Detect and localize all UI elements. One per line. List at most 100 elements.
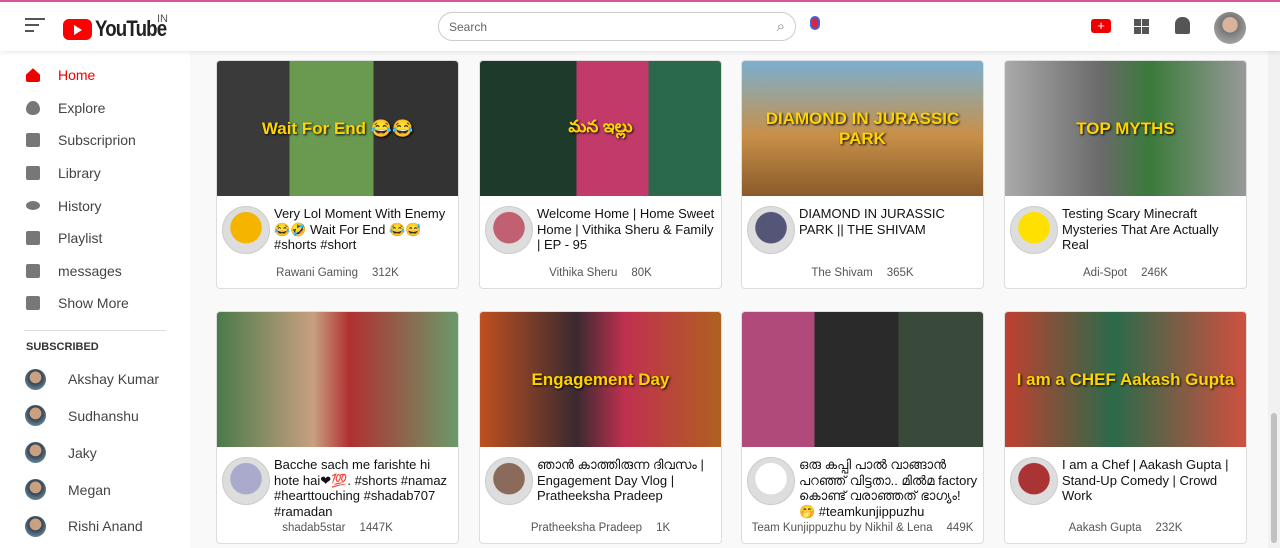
view-count: 365K (886, 267, 914, 279)
logo-text: YouTube (95, 16, 167, 41)
subscription-item[interactable]: Akshay Kumar (0, 361, 190, 398)
video-info: Testing Scary Minecraft Mysteries That A… (1005, 196, 1246, 288)
scrollbar-thumb[interactable] (1271, 413, 1277, 543)
view-count: 246K (1141, 267, 1168, 279)
channel-avatar (25, 368, 46, 390)
video-title[interactable]: DIAMOND IN JURASSIC PARK || THE SHIVAM (799, 206, 979, 237)
video-meta: Rawani Gaming 312K (217, 267, 458, 279)
mic-icon[interactable] (810, 16, 820, 30)
video-title[interactable]: I am a Chef | Aakash Gupta | Stand-Up Co… (1062, 457, 1242, 504)
video-thumbnail[interactable]: మన ఇల్లు (480, 61, 721, 196)
sidebar-item-label: Subscriprion (58, 132, 136, 149)
video-card[interactable]: TOP MYTHS Testing Scary Minecraft Myster… (1004, 60, 1247, 289)
search-input[interactable]: Search ⌕ (438, 12, 796, 41)
scrollbar[interactable] (1268, 51, 1280, 548)
channel-name[interactable]: Rawani Gaming (276, 267, 358, 279)
create-video-icon[interactable]: + (1091, 19, 1111, 33)
search-placeholder: Search (449, 19, 488, 34)
video-info: Bacche sach me farishte hi hote hai❤💯. #… (217, 447, 458, 543)
channel-avatar (25, 442, 46, 464)
sidebar-item-label: messages (58, 262, 122, 279)
video-info: Very Lol Moment With Enemy 😂🤣 Wait For E… (217, 196, 458, 288)
video-thumbnail[interactable] (742, 312, 983, 447)
video-card[interactable]: Engagement Day ഞാൻ കാത്തിരുന്ന ദിവസം | E… (479, 311, 722, 544)
video-card[interactable]: DIAMOND IN JURASSIC PARK DIAMOND IN JURA… (741, 60, 984, 289)
channel-name[interactable]: The Shivam (811, 267, 872, 279)
channel-name: Jaky (68, 444, 97, 461)
channel-avatar (25, 515, 46, 537)
video-meta: Adi-Spot 246K (1005, 267, 1246, 279)
channel-name[interactable]: Vithika Sheru (549, 267, 617, 279)
video-thumbnail[interactable]: Wait For End 😂😂 (217, 61, 458, 196)
subscriptions-icon (26, 133, 40, 148)
channel-name[interactable]: shadab5star (282, 522, 345, 534)
divider (24, 329, 166, 331)
playlist-icon (26, 231, 40, 246)
sidebar-item-history[interactable]: History (0, 189, 190, 222)
channel-name: Akshay Kumar (68, 371, 160, 388)
search-icon[interactable]: ⌕ (777, 18, 785, 35)
channel-name[interactable]: Team Kunjippuzhu by Nikhil & Lena (752, 522, 933, 534)
video-card[interactable]: ഒരു കപ്പി പാൽ വാങ്ങാൻ പറഞ്ഞ് വിട്ടതാ.. മ… (741, 311, 984, 544)
video-meta: Vithika Sheru 80K (480, 267, 721, 279)
channel-name[interactable]: Pratheeksha Pradeep (531, 522, 642, 534)
subscription-item[interactable]: Megan (0, 471, 190, 508)
sidebar-item-playlist[interactable]: Playlist (0, 222, 190, 255)
video-thumbnail[interactable]: I am a CHEF Aakash Gupta (1005, 312, 1246, 447)
view-count: 1K (656, 522, 671, 534)
sidebar-item-label: Library (58, 165, 101, 182)
message-icon (26, 263, 40, 278)
sidebar-item-label: Playlist (58, 230, 103, 247)
video-title[interactable]: Testing Scary Minecraft Mysteries That A… (1062, 206, 1242, 253)
video-card[interactable]: Bacche sach me farishte hi hote hai❤💯. #… (216, 311, 459, 544)
video-card[interactable]: Wait For End 😂😂 Very Lol Moment With Ene… (216, 60, 459, 289)
video-title[interactable]: Bacche sach me farishte hi hote hai❤💯. #… (274, 457, 454, 519)
library-icon (26, 166, 40, 181)
channel-avatar[interactable] (485, 457, 533, 505)
video-title[interactable]: ഒരു കപ്പി പാൽ വാങ്ങാൻ പറഞ്ഞ് വിട്ടതാ.. മ… (799, 457, 979, 519)
channel-name[interactable]: Adi-Spot (1083, 267, 1127, 279)
sidebar-item-label: History (58, 197, 102, 214)
sidebar-item-explore[interactable]: Explore (0, 92, 190, 125)
channel-avatar[interactable] (485, 206, 533, 254)
channel-avatar[interactable] (1010, 206, 1058, 254)
video-title[interactable]: ഞാൻ കാത്തിരുന്ന ദിവസം | Engagement Day V… (537, 457, 717, 504)
home-icon (26, 68, 40, 83)
video-thumbnail[interactable]: DIAMOND IN JURASSIC PARK (742, 61, 983, 196)
video-info: ഒരു കപ്പി പാൽ വാങ്ങാൻ പറഞ്ഞ് വിട്ടതാ.. മ… (742, 447, 983, 543)
sidebar-item-messages[interactable]: messages (0, 255, 190, 288)
sidebar-item-library[interactable]: Library (0, 157, 190, 190)
channel-avatar[interactable] (747, 206, 795, 254)
user-avatar[interactable] (1214, 12, 1246, 44)
video-thumbnail[interactable]: TOP MYTHS (1005, 61, 1246, 196)
thumbnail-overlay-text: I am a CHEF Aakash Gupta (1016, 369, 1235, 389)
sidebar-item-label: Explore (58, 99, 106, 116)
video-card[interactable]: I am a CHEF Aakash Gupta I am a Chef | A… (1004, 311, 1247, 544)
subscription-item[interactable]: Rishi Anand (0, 508, 190, 545)
channel-avatar[interactable] (222, 457, 270, 505)
video-thumbnail[interactable] (217, 312, 458, 447)
channel-avatar[interactable] (1010, 457, 1058, 505)
menu-icon[interactable] (25, 18, 45, 36)
video-title[interactable]: Welcome Home | Home Sweet Home | Vithika… (537, 206, 717, 253)
sidebar-item-home[interactable]: Home (0, 59, 190, 92)
video-thumbnail[interactable]: Engagement Day (480, 312, 721, 447)
subscription-item[interactable]: Sudhanshu (0, 398, 190, 435)
video-meta: Aakash Gupta 232K (1005, 522, 1246, 534)
sidebar-item-show-more[interactable]: Show More (0, 287, 190, 320)
video-card[interactable]: మన ఇల్లు Welcome Home | Home Sweet Home … (479, 60, 722, 289)
video-info: I am a Chef | Aakash Gupta | Stand-Up Co… (1005, 447, 1246, 543)
subscription-item[interactable]: Jaky (0, 434, 190, 471)
channel-avatar[interactable] (747, 457, 795, 505)
notifications-icon[interactable] (1175, 17, 1190, 34)
sidebar: Home Explore Subscriprion Library Histor… (0, 51, 190, 548)
apps-icon[interactable] (1134, 19, 1149, 34)
video-info: ഞാൻ കാത്തിരുന്ന ദിവസം | Engagement Day V… (480, 447, 721, 543)
subscribed-heading: SUBSCRIBED (26, 340, 99, 353)
video-title[interactable]: Very Lol Moment With Enemy 😂🤣 Wait For E… (274, 206, 454, 253)
sidebar-item-subscription[interactable]: Subscriprion (0, 124, 190, 157)
channel-name: Megan (68, 481, 111, 498)
channel-name[interactable]: Aakash Gupta (1069, 522, 1142, 534)
channel-avatar[interactable] (222, 206, 270, 254)
video-info: DIAMOND IN JURASSIC PARK || THE SHIVAM T… (742, 196, 983, 288)
